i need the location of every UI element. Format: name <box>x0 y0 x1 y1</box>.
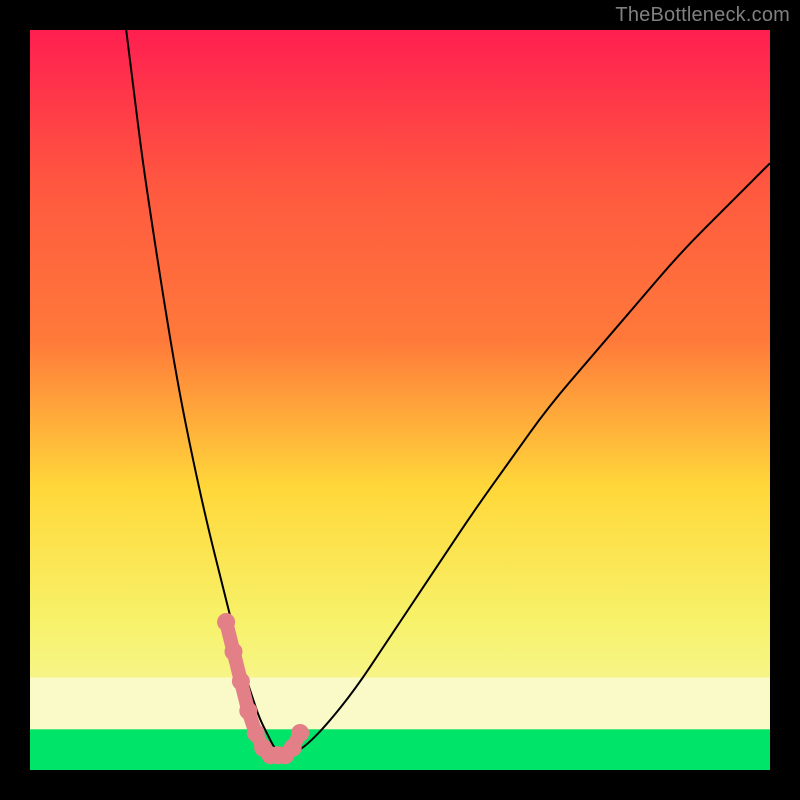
watermark-text: TheBottleneck.com <box>615 4 790 27</box>
highlight-dot <box>217 613 235 631</box>
highlight-dot <box>225 643 243 661</box>
pale-band <box>30 678 770 730</box>
highlight-dot <box>232 672 250 690</box>
green-band <box>30 729 770 770</box>
highlight-dot <box>291 724 309 742</box>
highlight-dot <box>239 702 257 720</box>
chart-container: { "watermark": "TheBottleneck.com", "col… <box>0 0 800 800</box>
chart-svg <box>0 0 800 800</box>
